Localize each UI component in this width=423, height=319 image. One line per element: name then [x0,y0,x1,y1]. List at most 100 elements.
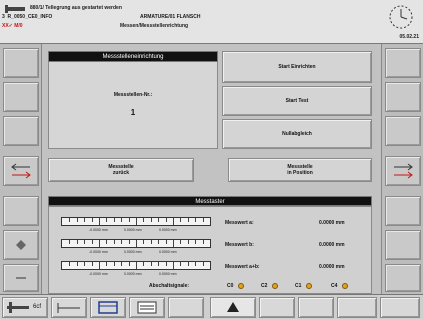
list-icon [137,301,157,314]
signal-c4-label: C4 [331,283,338,289]
axis-icon [57,303,80,313]
scale-tick [136,262,137,269]
measurement-scale-ab [61,261,211,270]
scale-tick [106,240,108,244]
signal-c0-label: C0 [227,283,234,289]
main-content: Messstellen-Nr.: 1 Messstelleneinrichtun… [42,44,381,294]
footer-softkey-10[interactable] [380,297,420,318]
scale-tick [180,240,182,244]
scale-a-min: -0.0000 mm [89,228,108,232]
signal-c2-label: C2 [261,283,268,289]
footer-window-button[interactable] [90,297,126,318]
scale-tick [187,262,189,266]
scale-tick [106,218,108,222]
scale-tick [91,262,93,266]
shutdown-signals-label: Abschaltsignale: [149,283,190,289]
scale-tick [165,218,167,222]
switch-arrows-icon [11,163,31,179]
scale-tick [187,218,189,222]
left-softkey-5[interactable] [3,196,39,226]
scale-tick [113,240,115,244]
footer-up-button[interactable] [210,297,256,318]
signal-c1-label: C1 [295,283,302,289]
scale-tick [69,218,71,222]
right-softkey-6[interactable] [385,230,421,260]
measurement-b-value: 0.0000 mm [319,242,345,248]
scale-tick [91,240,93,244]
scale-tick [84,218,86,222]
footer-softkey-5[interactable] [168,297,204,318]
switch-arrows-icon [394,163,413,179]
scale-tick [150,240,152,244]
minus-icon [16,277,26,279]
scale-tick [121,218,123,222]
triangle-up-icon [227,302,239,312]
measurement-b-label: Messwert b: [225,242,254,248]
measurement-scale-a [61,217,211,226]
scale-tick [195,240,197,244]
scale-b-mid: 0.0000 mm [124,250,142,254]
footer-axis-button[interactable] [51,297,87,318]
scale-tick [143,218,145,222]
footer-list-button[interactable] [129,297,165,318]
scale-tick [76,218,78,222]
machine-icon [5,5,25,13]
left-switch-button[interactable] [3,156,39,186]
point-to-position-button[interactable]: Messstelle in Position [228,158,372,182]
footer-machine-button[interactable]: 6cf [2,297,48,318]
header-part: ARMATURE/01 FLANSCH [140,14,201,20]
right-softkey-3[interactable] [385,116,421,146]
footer-softkey-7[interactable] [259,297,295,318]
window-icon [98,301,118,314]
signal-c4-lamp [342,283,348,289]
signal-c1-lamp [306,283,312,289]
scale-tick [69,262,71,266]
scale-tick [113,262,115,266]
scale-tick [150,218,152,222]
start-setup-button[interactable]: Start Einrichten [222,51,372,83]
right-softkey-5[interactable] [385,196,421,226]
point-back-button[interactable]: Messstelle zurück [48,158,194,182]
scale-tick [84,262,86,266]
scale-tick [187,240,189,244]
left-softkey-3[interactable] [3,116,39,146]
measurement-ab-value: 0.0000 mm [319,264,345,270]
header-program: 3 R_0050_CE0_INFO [2,14,53,20]
diamond-arrow-icon [16,240,26,250]
left-softkey-1[interactable] [3,48,39,78]
measurement-panel-title: Messtaster [48,196,372,206]
scale-ab-min: -0.0000 mm [89,272,108,276]
left-arrow-button[interactable] [3,230,39,260]
footer-softkey-8[interactable] [298,297,334,318]
point-number-value: 1 [130,108,136,117]
scale-tick [128,240,130,244]
left-softkey-2[interactable] [3,82,39,112]
right-softkey-7[interactable] [385,264,421,292]
measurement-a-label: Messwert a: [225,220,254,226]
right-softkey-1[interactable] [385,48,421,78]
left-minus-button[interactable] [3,264,39,292]
footer-softkey-9[interactable] [337,297,377,318]
scale-ab-max: 0.0000 mm [159,272,177,276]
scale-tick [84,240,86,244]
scale-tick [143,240,145,244]
right-switch-button[interactable] [385,156,421,186]
zero-adjust-button[interactable]: Nullabgleich [222,119,372,149]
measurement-panel: -0.0000 mm 0.0000 mm 0.0000 mm Messwert … [48,206,372,294]
measurement-ab-label: Messwert a+b: [225,264,260,270]
signal-c2-lamp [272,283,278,289]
header-bar: 880/1/ Tellegrung aus gestartet werden 3… [0,0,423,44]
header-screen-title: Messen/Messstellenrichtung [120,23,189,29]
measurement-a-value: 0.0000 mm [319,220,345,226]
scale-ab-mid: 0.0000 mm [124,272,142,276]
scale-tick [202,240,204,244]
right-softkey-bar [381,44,423,294]
setup-panel-title: Messstelleneinrichtung [48,51,218,62]
start-test-button[interactable]: Start Test [222,86,372,116]
right-softkey-2[interactable] [385,82,421,112]
scale-tick [173,262,174,269]
scale-b-max: 0.0000 mm [159,250,177,254]
scale-b-min: -0.0000 mm [89,250,108,254]
scale-tick [99,240,100,247]
scale-tick [173,240,174,247]
